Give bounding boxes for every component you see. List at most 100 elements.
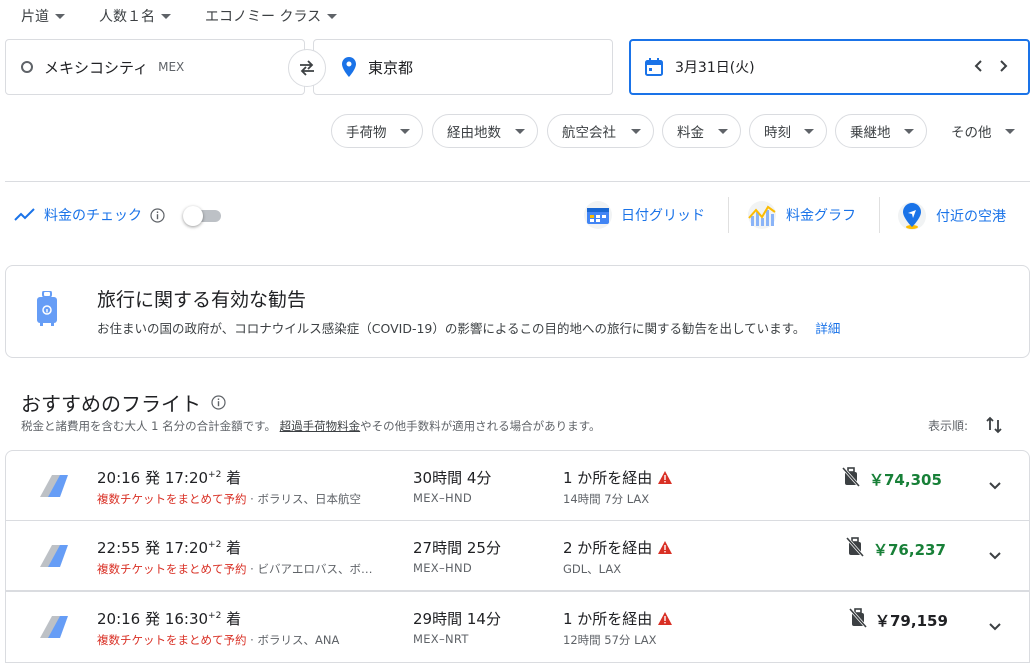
trip-type-dropdown[interactable]: 片道: [21, 6, 65, 26]
origin-input[interactable]: メキシコシティ MEX: [5, 39, 305, 95]
flight-times: 22:55 発 17:20+2 着: [97, 539, 242, 557]
flight-duration: 27時間 25分: [413, 539, 501, 557]
caret-down-icon: [718, 128, 728, 134]
passengers-label: 人数１名: [99, 9, 155, 25]
date-grid-label: 日付グリッド: [621, 208, 705, 224]
destination-input[interactable]: 東京都: [313, 39, 613, 95]
flight-stop-detail: 14時間 7分 LAX: [563, 492, 650, 506]
flight-booking-info: 複数チケットをまとめて予約 · ボラリス、日本航空: [97, 492, 361, 506]
caret-down-icon: [400, 128, 410, 134]
passengers-dropdown[interactable]: 人数１名: [99, 6, 171, 26]
travel-advisory-card: 旅行に関する有効な勧告 お住まいの国の政府が、コロナウイルス感染症（COVID-…: [5, 265, 1030, 358]
price-graph-button[interactable]: 料金グラフ: [746, 200, 856, 230]
price-tracking: 料金のチェック: [14, 205, 165, 225]
flight-row[interactable]: 20:16 発 17:20+2 着 複数チケットをまとめて予約 · ボラリス、日…: [5, 450, 1030, 521]
trip-type-label: 片道: [21, 9, 49, 25]
airline-logo-icon: [40, 475, 68, 497]
filter-label: 乗継地: [850, 125, 891, 141]
filter-chip-more[interactable]: その他: [936, 114, 1028, 148]
airline-logo-icon: [40, 545, 68, 567]
sort-label: 表示順:: [928, 419, 969, 433]
warning-icon: [658, 471, 673, 484]
origin-circle-icon: [21, 61, 33, 73]
caret-down-icon: [161, 13, 171, 19]
cabin-class-dropdown[interactable]: エコノミー クラス: [205, 6, 338, 26]
baggage-fees-link[interactable]: 超過手荷物料金: [280, 419, 361, 433]
next-date-icon[interactable]: [997, 59, 1009, 73]
flight-price: ￥76,237: [873, 541, 946, 559]
filter-label: 料金: [677, 125, 704, 141]
filter-label: 航空会社: [562, 125, 616, 141]
divider: [728, 197, 729, 233]
previous-date-icon[interactable]: [973, 59, 985, 73]
filter-label: 経由地数: [447, 125, 501, 141]
info-icon[interactable]: [211, 395, 226, 410]
caret-down-icon: [904, 128, 914, 134]
warning-icon: [658, 541, 673, 554]
filter-chip-connecting-airports[interactable]: 乗継地: [835, 114, 927, 148]
flight-price: ￥74,305: [869, 471, 942, 489]
flight-route: MEX–HND: [413, 561, 473, 575]
flight-row[interactable]: 22:55 発 17:20+2 着 複数チケットをまとめて予約 · ビバアエロバ…: [5, 520, 1030, 591]
flight-stops: 1 か所を経由: [563, 608, 673, 629]
filter-chip-airlines[interactable]: 航空会社: [547, 114, 654, 148]
no-carry-on-bag-icon: [842, 467, 860, 487]
departure-date: 3月31日(火): [675, 60, 755, 76]
price-note: 税金と諸費用を含む大人 1 名分の合計金額です。 超過手荷物料金やその他手数料が…: [21, 418, 601, 434]
info-icon[interactable]: [150, 207, 165, 223]
flight-stops: 2 か所を経由: [563, 537, 673, 558]
sort-icon[interactable]: [986, 416, 1002, 434]
flight-booking-info: 複数チケットをまとめて予約 · ボラリス、ANA: [97, 633, 340, 647]
advisory-title: 旅行に関する有効な勧告: [97, 289, 307, 311]
trend-line-icon: [14, 208, 35, 221]
price-note-text-end: やその他手数料が適用される場合があります。: [360, 419, 601, 433]
caret-down-icon: [327, 13, 338, 19]
results-title: おすすめのフライト: [21, 392, 201, 416]
advisory-body: お住まいの国の政府が、コロナウイルス感染症（COVID-19）の影響によるこの目…: [97, 321, 806, 336]
flight-duration: 29時間 14分: [413, 610, 501, 628]
no-carry-on-bag-icon: [846, 537, 864, 557]
caret-down-icon: [804, 128, 814, 134]
flight-stops: 1 か所を経由: [563, 467, 673, 488]
price-note-text: 税金と諸費用を含む大人 1 名分の合計金額です。: [21, 419, 276, 433]
caret-down-icon: [55, 13, 65, 19]
price-tracking-toggle[interactable]: [183, 206, 221, 226]
filter-chip-price[interactable]: 料金: [662, 114, 741, 148]
nearby-airports-button[interactable]: 付近の空港: [896, 200, 1006, 232]
filter-label: 時刻: [764, 125, 791, 141]
chevron-down-icon[interactable]: [987, 618, 1003, 634]
no-carry-on-bag-icon: [849, 608, 867, 628]
departure-date-input[interactable]: 3月31日(火): [629, 39, 1030, 95]
location-pin-icon: [342, 57, 356, 77]
calendar-icon: [645, 58, 663, 76]
airport-pin-icon: [898, 202, 926, 230]
flight-times: 20:16 発 17:20+2 着: [97, 469, 242, 487]
flight-duration: 30時間 4分: [413, 469, 492, 487]
filter-label: その他: [951, 125, 992, 141]
filter-chip-baggage[interactable]: 手荷物: [331, 114, 423, 148]
destination-city: 東京都: [368, 58, 414, 77]
price-graph-label: 料金グラフ: [786, 208, 856, 224]
caret-down-icon: [631, 128, 641, 134]
flight-route: MEX–NRT: [413, 632, 469, 646]
date-grid-button[interactable]: 日付グリッド: [583, 200, 705, 230]
flight-price: ￥79,159: [875, 612, 948, 630]
airline-logo-icon: [40, 616, 68, 638]
filter-chip-stops[interactable]: 経由地数: [432, 114, 538, 148]
flight-stop-detail: GDL、LAX: [563, 562, 622, 576]
swap-button[interactable]: [288, 49, 326, 87]
advisory-details-link[interactable]: 詳細: [815, 321, 840, 336]
chevron-down-icon[interactable]: [987, 547, 1003, 563]
flight-route: MEX–HND: [413, 491, 473, 505]
filter-label: 手荷物: [346, 125, 387, 141]
filter-chip-times[interactable]: 時刻: [749, 114, 827, 148]
flight-booking-info: 複数チケットをまとめて予約 · ビバアエロバス、ボ…: [97, 562, 373, 576]
warning-icon: [658, 612, 673, 625]
chevron-down-icon[interactable]: [987, 477, 1003, 493]
flight-row[interactable]: 20:16 発 16:30+2 着 複数チケットをまとめて予約 · ボラリス、A…: [5, 591, 1030, 663]
origin-code: MEX: [158, 60, 185, 74]
date-grid-icon: [584, 201, 612, 229]
divider: [879, 197, 880, 233]
caret-down-icon: [515, 128, 525, 134]
cabin-class-label: エコノミー クラス: [205, 9, 322, 25]
